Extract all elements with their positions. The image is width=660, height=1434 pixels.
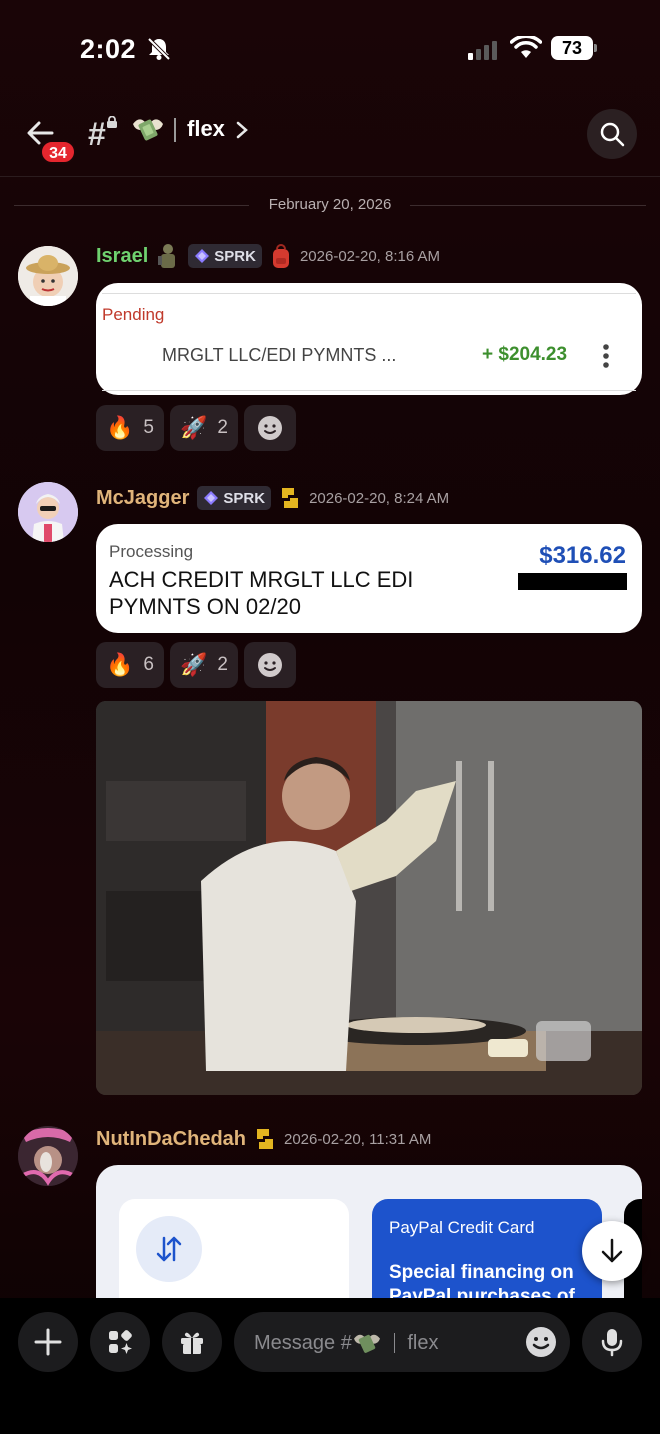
unread-badge: 34 xyxy=(40,140,76,164)
avatar[interactable] xyxy=(18,246,78,306)
wifi-icon xyxy=(510,36,542,58)
screenshot-card[interactable]: PayPal Credit Card Special financing on … xyxy=(96,1165,642,1298)
server-tag[interactable]: SPRK xyxy=(197,486,272,510)
reaction-fire[interactable]: 🔥 5 xyxy=(96,405,164,451)
search-icon xyxy=(600,122,625,147)
paypal-promo-tile: PayPal Credit Card Special financing on … xyxy=(372,1199,602,1298)
gif-attachment[interactable] xyxy=(96,701,642,1095)
bell-muted-icon xyxy=(147,37,171,61)
message-header: McJagger SPRK 2026-02-20, 8:24 AM xyxy=(96,485,449,511)
transaction-card[interactable]: Pending MRGLT LLC/EDI PYMNTS ... + $204.… xyxy=(96,283,642,395)
backpack-icon xyxy=(272,244,289,268)
apps-button[interactable] xyxy=(90,1312,150,1372)
placeholder-channel: flex xyxy=(407,1331,439,1354)
chevron-right-icon[interactable] xyxy=(236,121,248,139)
transaction-card[interactable]: Processing ACH CREDIT MRGLT LLC EDI PYMN… xyxy=(96,524,642,633)
date-divider: February 20, 2026 xyxy=(14,194,646,216)
smiley-add-icon xyxy=(257,416,282,440)
promo-text: Special financing on PayPal purchases of xyxy=(389,1262,575,1298)
soldier-icon xyxy=(158,244,176,268)
message-placeholder: Message # flex xyxy=(254,1330,438,1356)
timestamp: 2026-02-20, 11:31 AM xyxy=(284,1130,432,1148)
reaction-rocket[interactable]: 🚀 2 xyxy=(169,642,238,688)
battery-level: 73 xyxy=(551,36,593,60)
date-divider-label: February 20, 2026 xyxy=(268,196,392,213)
emoji-picker-icon[interactable] xyxy=(524,1325,558,1359)
transaction-description: MRGLT LLC/EDI PYMNTS ... xyxy=(162,345,397,365)
gold-badge-icon xyxy=(257,1129,273,1149)
money-wings-icon xyxy=(353,1334,380,1353)
lock-icon xyxy=(107,116,117,128)
reaction-count: 2 xyxy=(217,654,228,675)
transfer-tile xyxy=(119,1199,349,1298)
reaction-fire[interactable]: 🔥 6 xyxy=(96,642,164,688)
gold-badge-icon xyxy=(282,488,299,508)
message-header: Israel SPRK 2026-02-20, 8:16 AM xyxy=(96,243,440,269)
username[interactable]: McJagger xyxy=(96,487,189,510)
gift-icon xyxy=(181,1332,203,1354)
server-tag-label: SPRK xyxy=(223,489,266,507)
transaction-amount: $316.62 xyxy=(539,542,626,569)
timestamp: 2026-02-20, 8:24 AM xyxy=(309,489,450,507)
message-composer: Message # flex xyxy=(0,1298,660,1434)
reactions-row: 🔥 6 🚀 2 xyxy=(96,642,296,688)
server-tag[interactable]: SPRK xyxy=(188,244,262,268)
more-options-icon[interactable] xyxy=(602,343,610,369)
reactions-row: 🔥 5 🚀 2 xyxy=(96,405,296,451)
username[interactable]: NutInDaChedah xyxy=(96,1128,246,1151)
status-time: 2:02 xyxy=(80,34,137,64)
voice-message-button[interactable] xyxy=(582,1312,642,1372)
channel-hash-icon: # xyxy=(88,116,106,152)
redacted-bar xyxy=(518,573,627,590)
reaction-count: 2 xyxy=(217,417,228,438)
search-button[interactable] xyxy=(587,109,637,159)
signal-icon xyxy=(468,40,497,60)
avatar[interactable] xyxy=(18,1126,78,1186)
transaction-amount: + $204.23 xyxy=(482,344,568,365)
username[interactable]: Israel xyxy=(96,245,148,268)
channel-header: 34 # flex xyxy=(0,96,660,177)
status-bar: 2:02 73 xyxy=(0,0,660,96)
promo-title: PayPal Credit Card xyxy=(389,1218,535,1237)
transfer-arrows-icon xyxy=(156,1236,182,1262)
money-wings-icon xyxy=(133,119,163,141)
server-tag-label: SPRK xyxy=(214,247,256,265)
transaction-status: Pending xyxy=(102,305,165,324)
rocket-icon: 🚀 xyxy=(179,652,208,677)
fire-icon: 🔥 xyxy=(106,652,134,677)
plus-icon xyxy=(34,1328,62,1356)
smiley-add-icon xyxy=(257,653,282,677)
channel-name[interactable]: flex xyxy=(187,116,225,142)
message-header: NutInDaChedah 2026-02-20, 11:31 AM xyxy=(96,1126,431,1152)
apps-icon xyxy=(109,1330,132,1354)
add-reaction-button[interactable] xyxy=(243,405,296,451)
transaction-status: Processing xyxy=(109,542,194,561)
arrow-down-icon xyxy=(601,1238,623,1263)
avatar[interactable] xyxy=(18,482,78,542)
fire-icon: 🔥 xyxy=(106,415,134,440)
add-reaction-button[interactable] xyxy=(243,642,296,688)
add-attachment-button[interactable] xyxy=(18,1312,78,1372)
reaction-count: 6 xyxy=(143,654,154,675)
reaction-count: 5 xyxy=(143,417,154,438)
jump-to-bottom-button[interactable] xyxy=(582,1221,642,1281)
sprk-tag-icon xyxy=(204,491,219,505)
reaction-rocket[interactable]: 🚀 2 xyxy=(169,405,238,451)
sprk-tag-icon xyxy=(195,249,210,263)
timestamp: 2026-02-20, 8:16 AM xyxy=(299,247,441,265)
transaction-description: ACH CREDIT MRGLT LLC EDI PYMNTS ON 02/20 xyxy=(109,567,414,619)
placeholder-prefix: Message # xyxy=(254,1331,352,1354)
rocket-icon: 🚀 xyxy=(179,415,208,440)
message-input[interactable]: Message # flex xyxy=(234,1312,570,1372)
gift-button[interactable] xyxy=(162,1312,222,1372)
microphone-icon xyxy=(601,1329,623,1357)
battery-icon: 73 xyxy=(551,36,597,60)
title-separator xyxy=(174,118,176,142)
